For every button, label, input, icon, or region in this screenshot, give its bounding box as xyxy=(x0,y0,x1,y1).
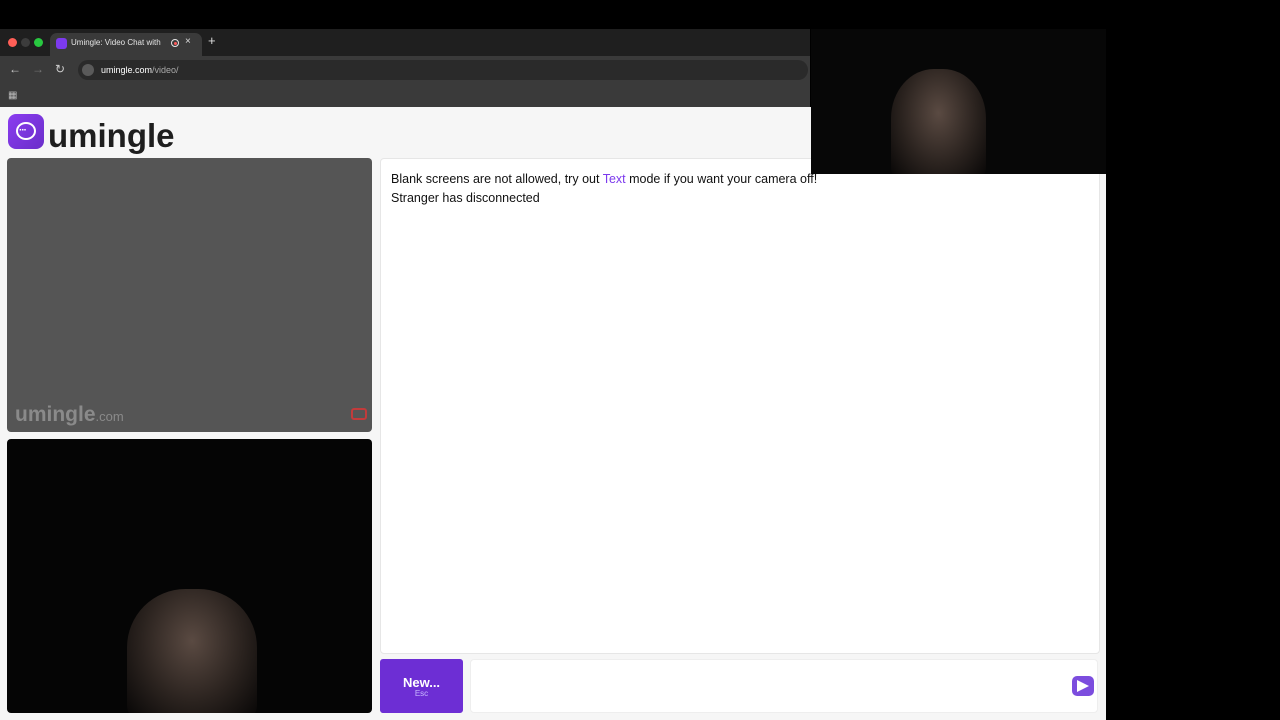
top-black-bar xyxy=(0,0,1280,29)
tab-title: Umingle: Video Chat with xyxy=(71,38,161,47)
pip-camera-feed xyxy=(891,69,986,174)
site-info-icon[interactable] xyxy=(82,64,94,76)
zoom-window-button[interactable] xyxy=(34,38,43,47)
picture-in-picture-video[interactable] xyxy=(811,29,1106,174)
chat-log: Blank screens are not allowed, try out T… xyxy=(380,158,1100,654)
close-window-button[interactable] xyxy=(8,38,17,47)
minimize-window-button[interactable] xyxy=(21,38,30,47)
address-bar[interactable]: umingle.com/video/ xyxy=(78,60,808,80)
browser-toolbar: ← → ↻ umingle.com/video/ xyxy=(0,56,810,84)
umingle-page: ··· umingle umingle.com Blank screens ar… xyxy=(0,107,1106,720)
self-video xyxy=(7,439,372,713)
send-arrow-icon xyxy=(1077,680,1089,692)
close-tab-icon[interactable]: × xyxy=(185,36,191,47)
reload-icon[interactable]: ↻ xyxy=(55,62,65,76)
video-watermark: umingle.com xyxy=(15,403,124,426)
self-camera-feed xyxy=(127,589,257,713)
umingle-favicon-icon xyxy=(56,38,67,49)
message-input[interactable] xyxy=(470,659,1098,713)
send-button[interactable] xyxy=(1072,676,1094,696)
text-mode-link[interactable]: Text xyxy=(603,172,626,186)
new-chat-shortcut-hint: Esc xyxy=(414,689,429,698)
new-tab-icon[interactable]: + xyxy=(208,33,216,48)
stranger-video: umingle.com xyxy=(7,158,372,432)
logo-text: umingle xyxy=(48,117,175,154)
forward-arrow-icon[interactable]: → xyxy=(32,62,44,76)
report-flag-icon[interactable] xyxy=(351,408,367,420)
chat-bubble-logo-icon: ··· xyxy=(8,114,44,149)
chat-message-disconnected: Stranger has disconnected xyxy=(391,191,540,205)
new-chat-label: New... xyxy=(402,675,441,690)
browser-tab-bar: Umingle: Video Chat with × + xyxy=(0,29,810,56)
new-chat-button[interactable]: New... Esc xyxy=(380,659,463,713)
chat-message-system: Blank screens are not allowed, try out T… xyxy=(391,172,818,186)
browser-tab[interactable]: Umingle: Video Chat with × xyxy=(50,33,202,56)
url-path: /video/ xyxy=(152,65,179,75)
bookmarks-bar: ▦ xyxy=(0,84,810,107)
url-domain: umingle.com xyxy=(101,65,153,75)
back-arrow-icon[interactable]: ← xyxy=(9,62,21,76)
url-text: umingle.com/video/ xyxy=(101,65,179,75)
apps-grid-icon[interactable]: ▦ xyxy=(8,90,17,101)
recording-indicator-icon xyxy=(171,39,179,47)
